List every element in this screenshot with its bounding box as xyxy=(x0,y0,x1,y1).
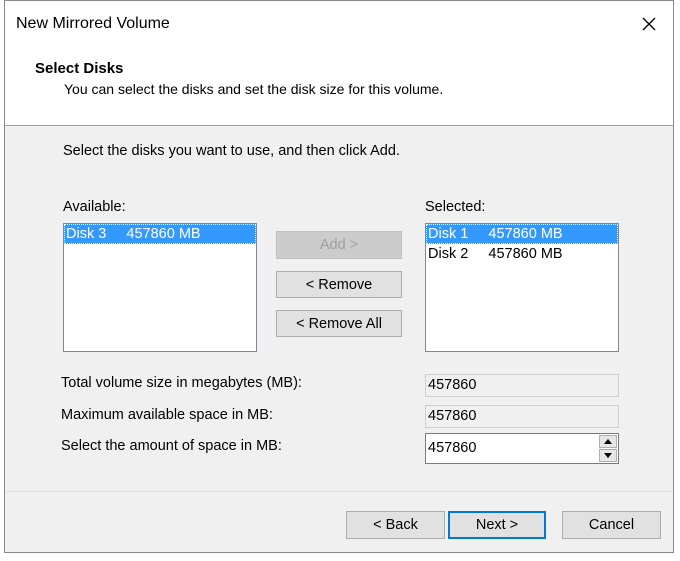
back-button[interactable]: < Back xyxy=(346,511,445,539)
header-subtitle: You can select the disks and set the dis… xyxy=(64,81,444,97)
remove-all-button[interactable]: < Remove All xyxy=(276,310,402,337)
spin-up-button[interactable] xyxy=(599,435,617,448)
total-size-value: 457860 xyxy=(425,374,619,397)
remove-button[interactable]: < Remove xyxy=(276,271,402,298)
list-item[interactable]: Disk 2 457860 MB xyxy=(426,244,618,264)
amount-input[interactable] xyxy=(426,434,598,462)
chevron-up-icon xyxy=(604,439,612,444)
header-title: Select Disks xyxy=(35,60,124,77)
close-button[interactable] xyxy=(629,5,669,43)
max-space-label: Maximum available space in MB: xyxy=(61,407,273,423)
instruction-text: Select the disks you want to use, and th… xyxy=(63,143,400,159)
wizard-header: Select Disks You can select the disks an… xyxy=(5,47,673,126)
footer-divider xyxy=(5,491,673,492)
max-space-value: 457860 xyxy=(425,405,619,428)
list-item[interactable]: Disk 3 457860 MB xyxy=(64,224,256,244)
title-bar[interactable]: New Mirrored Volume xyxy=(5,1,673,47)
amount-spinbox[interactable] xyxy=(425,433,619,464)
available-disks-list[interactable]: Disk 3 457860 MB xyxy=(63,223,257,352)
list-item[interactable]: Disk 1 457860 MB xyxy=(426,224,618,244)
close-icon xyxy=(642,17,656,31)
amount-label: Select the amount of space in MB: xyxy=(61,438,282,454)
chevron-down-icon xyxy=(604,453,612,458)
cancel-button[interactable]: Cancel xyxy=(562,511,661,539)
selected-disks-list[interactable]: Disk 1 457860 MB Disk 2 457860 MB xyxy=(425,223,619,352)
selected-label: Selected: xyxy=(425,199,486,215)
spin-down-button[interactable] xyxy=(599,449,617,462)
total-size-label: Total volume size in megabytes (MB): xyxy=(61,375,302,391)
window-title: New Mirrored Volume xyxy=(16,15,170,32)
add-button[interactable]: Add > xyxy=(276,231,402,259)
new-mirrored-volume-dialog: New Mirrored Volume Select Disks You can… xyxy=(4,0,674,553)
available-label: Available: xyxy=(63,199,126,215)
next-button[interactable]: Next > xyxy=(448,511,546,539)
